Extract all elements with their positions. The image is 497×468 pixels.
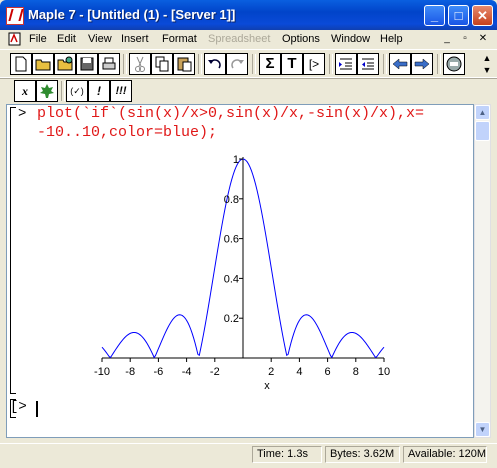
doc-close-button[interactable]: ✕ bbox=[476, 32, 490, 45]
stop-icon[interactable] bbox=[443, 53, 465, 75]
status-bytes: Bytes: 3.62M bbox=[325, 446, 400, 463]
x-axis-label: x bbox=[264, 380, 270, 392]
x-tick-label: 6 bbox=[325, 366, 331, 378]
command-prompt: > bbox=[18, 106, 27, 122]
vertical-scrollbar[interactable] bbox=[474, 104, 491, 438]
x-tick-label: 8 bbox=[353, 366, 359, 378]
check-syntax-button[interactable]: (✓) bbox=[66, 80, 88, 102]
menu-format[interactable]: Format bbox=[162, 33, 197, 45]
forward-arrow-icon[interactable] bbox=[411, 53, 433, 75]
toolbar-separator bbox=[383, 54, 387, 74]
x-tick-label: -6 bbox=[154, 366, 164, 378]
toolbar-separator bbox=[437, 54, 441, 74]
x-tick-label: 10 bbox=[378, 366, 390, 378]
menu-window[interactable]: Window bbox=[331, 33, 370, 45]
scroll-down-button[interactable]: ▼ bbox=[475, 422, 490, 437]
redo-icon[interactable] bbox=[226, 53, 248, 75]
execution-group-bracket[interactable] bbox=[10, 107, 16, 394]
toolbar-scroll-arrows[interactable]: ▲ ▼ bbox=[481, 52, 493, 76]
window-title: Maple 7 - [Untitled (1) - [Server 1]] bbox=[28, 7, 236, 22]
math-input-button[interactable]: x bbox=[14, 80, 36, 102]
x-tick-label: 2 bbox=[268, 366, 274, 378]
minimize-button[interactable]: _ bbox=[424, 5, 445, 26]
save-icon[interactable] bbox=[76, 53, 98, 75]
x-tick-label: 4 bbox=[296, 366, 302, 378]
indent-icon[interactable] bbox=[335, 53, 357, 75]
x-tick-label: -10 bbox=[94, 366, 110, 378]
maple-leaf-icon[interactable] bbox=[36, 80, 58, 102]
menu-options[interactable]: Options bbox=[282, 33, 320, 45]
insert-text-button[interactable]: T bbox=[281, 53, 303, 75]
y-tick-label: 0.4 bbox=[224, 273, 239, 285]
execute-button[interactable]: ! bbox=[88, 80, 110, 102]
open-folder-icon[interactable] bbox=[32, 53, 54, 75]
scroll-thumb[interactable] bbox=[475, 121, 490, 141]
document-icon[interactable] bbox=[8, 32, 22, 46]
print-icon[interactable] bbox=[98, 53, 120, 75]
status-available: Available: 120M bbox=[403, 446, 487, 463]
menu-file[interactable]: File bbox=[29, 33, 47, 45]
open-url-icon[interactable] bbox=[54, 53, 76, 75]
paste-icon[interactable] bbox=[173, 53, 195, 75]
menu-insert[interactable]: Insert bbox=[121, 33, 149, 45]
y-tick-label: 0.2 bbox=[224, 313, 239, 325]
toolbar-separator bbox=[329, 54, 333, 74]
text-cursor bbox=[36, 401, 38, 417]
close-button[interactable]: ✕ bbox=[472, 5, 493, 26]
menu-spreadsheet: Spreadsheet bbox=[208, 33, 271, 45]
toolbar-separator bbox=[123, 54, 127, 74]
maple-app-icon[interactable] bbox=[6, 7, 24, 25]
doc-restore-button[interactable]: ▫ bbox=[458, 32, 472, 45]
menu-view[interactable]: View bbox=[88, 33, 112, 45]
plot-output[interactable]: -10 -8 -6 -4 -2 2 4 6 8 10 0.2 0.4 0.6 0.8 1 x bbox=[86, 150, 406, 400]
toolbar-separator bbox=[252, 54, 256, 74]
toolbar-separator bbox=[198, 54, 202, 74]
command-input-line2[interactable]: -10..10,color=blue); bbox=[37, 124, 217, 141]
copy-icon[interactable] bbox=[151, 53, 173, 75]
back-arrow-icon[interactable] bbox=[389, 53, 411, 75]
insert-math-button[interactable]: Σ bbox=[259, 53, 281, 75]
undo-icon[interactable] bbox=[204, 53, 226, 75]
menu-edit[interactable]: Edit bbox=[57, 33, 76, 45]
doc-minimize-button[interactable]: _ bbox=[440, 32, 454, 45]
menu-help[interactable]: Help bbox=[380, 33, 403, 45]
y-tick-label: 0.8 bbox=[224, 194, 239, 206]
execute-all-button[interactable]: !!! bbox=[110, 80, 132, 102]
outdent-icon[interactable] bbox=[357, 53, 379, 75]
command-input-line1[interactable]: plot(`if`(sin(x)/x>0,sin(x)/x,-sin(x)/x)… bbox=[37, 105, 424, 122]
empty-prompt: [> bbox=[10, 399, 27, 415]
toolbar-separator bbox=[61, 81, 65, 101]
new-file-icon[interactable] bbox=[10, 53, 32, 75]
x-tick-label: -8 bbox=[125, 366, 135, 378]
x-tick-label: -4 bbox=[182, 366, 192, 378]
maximize-button[interactable]: □ bbox=[448, 5, 469, 26]
y-tick-label: 0.6 bbox=[224, 234, 239, 246]
scroll-up-button[interactable]: ▲ bbox=[475, 105, 490, 120]
x-tick-label: -2 bbox=[210, 366, 220, 378]
insert-prompt-button[interactable]: [> bbox=[303, 53, 325, 75]
cut-icon[interactable] bbox=[129, 53, 151, 75]
y-tick-label: 1 bbox=[233, 154, 239, 166]
status-time: Time: 1.3s bbox=[252, 446, 322, 463]
